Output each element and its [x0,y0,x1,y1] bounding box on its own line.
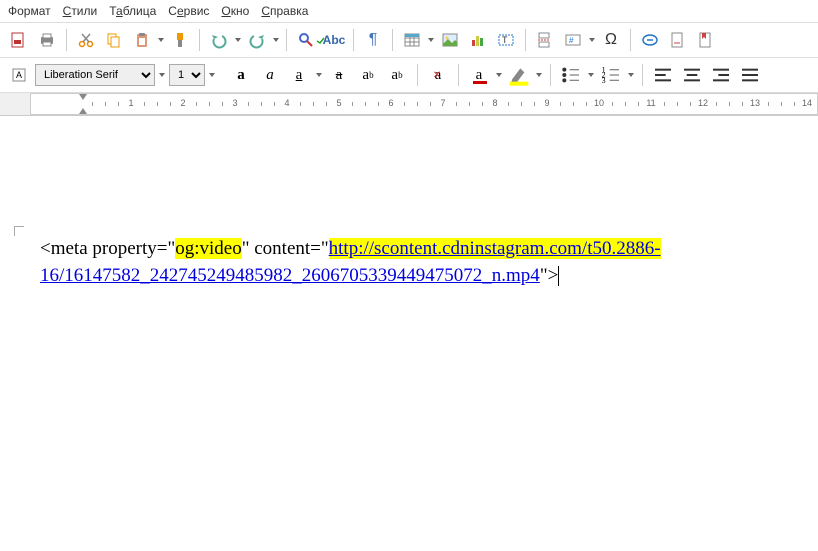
menu-styles[interactable]: Стили [63,4,98,18]
paste-dropdown[interactable] [157,27,165,53]
sub-button[interactable]: ab [384,63,410,87]
ruler-number: 11 [646,98,655,108]
clear-format-button[interactable]: a✕ [425,63,451,87]
text-highlighted[interactable]: og:video [175,238,242,259]
numbering-dropdown[interactable] [627,62,635,88]
footnote-icon[interactable] [665,27,691,53]
bold-button[interactable]: a [228,63,254,87]
svg-text:A: A [16,70,22,80]
ruler-number: 9 [544,98,549,108]
ruler-number: 7 [440,98,445,108]
hyperlink-icon[interactable] [637,27,663,53]
menu-service[interactable]: Сервис [168,4,209,18]
bullets-button[interactable] [558,63,584,87]
strike-button[interactable]: a [326,63,352,87]
image-icon[interactable] [437,27,463,53]
clone-format-icon[interactable] [167,27,193,53]
bookmark-icon[interactable] [693,27,719,53]
sup-button[interactable]: ab [355,63,381,87]
special-char-icon[interactable]: Ω [598,27,624,53]
font-size-dropdown[interactable] [208,62,216,88]
ruler-number: 10 [594,98,604,108]
font-name-select[interactable]: Liberation Serif [35,64,155,86]
font-color-button[interactable]: a [466,63,492,87]
ruler-number: 1 [128,98,133,108]
document-text[interactable]: <meta property="og:video" content="http:… [40,236,778,289]
font-size-select[interactable]: 12 [169,64,205,86]
align-center-button[interactable] [679,63,705,87]
print-icon[interactable] [34,27,60,53]
export-pdf-icon[interactable] [6,27,32,53]
text-plain[interactable]: " content=" [242,238,329,259]
text-url[interactable]: 16/16147582_242745249485982_260670533944… [40,265,540,286]
field-dropdown[interactable] [588,27,596,53]
ruler-number: 14 [802,98,812,108]
highlight-dropdown[interactable] [535,62,543,88]
field-icon[interactable]: # [560,27,586,53]
ruler-number: 5 [336,98,341,108]
cut-icon[interactable] [73,27,99,53]
numbering-button[interactable]: 123 [598,63,624,87]
svg-text:T: T [502,35,508,45]
document-page[interactable]: <meta property="og:video" content="http:… [0,116,818,289]
ruler-area: 1234567891011121314 [0,93,818,116]
format-toolbar: A Liberation Serif 12 a a a a ab ab a✕ a… [0,58,818,93]
menu-window[interactable]: Окно [221,4,249,18]
chart-icon[interactable] [465,27,491,53]
table-dropdown[interactable] [427,27,435,53]
textbox-icon[interactable]: T [493,27,519,53]
align-justify-button[interactable] [737,63,763,87]
menu-help[interactable]: Справка [261,4,308,18]
highlight-button[interactable] [506,63,532,87]
text-cursor [558,266,559,286]
underline-button[interactable]: a [286,63,312,87]
align-right-button[interactable] [708,63,734,87]
ruler-number: 2 [180,98,185,108]
font-name-dropdown[interactable] [158,62,166,88]
ruler-number: 3 [232,98,237,108]
pilcrow-icon[interactable]: ¶ [360,27,386,53]
spellcheck-icon[interactable]: Abc [321,27,347,53]
ruler-number: 12 [698,98,708,108]
align-left-button[interactable] [650,63,676,87]
bullets-dropdown[interactable] [587,62,595,88]
main-toolbar: Abc ¶ T # Ω [0,23,818,58]
italic-button[interactable]: a [257,63,283,87]
font-color-dropdown[interactable] [495,62,503,88]
undo-dropdown[interactable] [234,27,242,53]
text-url-highlighted[interactable]: http://scontent.cdninstagram.com/t50.288… [329,238,661,259]
horizontal-ruler[interactable]: 1234567891011121314 [30,93,818,115]
text-plain[interactable]: "> [540,265,558,286]
styles-icon[interactable]: A [6,62,32,88]
text-plain[interactable]: <meta property=" [40,238,175,259]
menu-format[interactable]: Формат [8,4,51,18]
ruler-number: 6 [388,98,393,108]
ruler-number: 8 [492,98,497,108]
undo-icon[interactable] [206,27,232,53]
ruler-number: 4 [284,98,289,108]
pagebreak-icon[interactable] [532,27,558,53]
margin-marker [14,226,24,236]
svg-text:#: # [569,36,574,45]
underline-dropdown[interactable] [315,62,323,88]
copy-icon[interactable] [101,27,127,53]
menubar: Формат Стили Таблица Сервис Окно Справка [0,0,818,23]
table-icon[interactable] [399,27,425,53]
redo-icon[interactable] [244,27,270,53]
redo-dropdown[interactable] [272,27,280,53]
ruler-number: 13 [750,98,760,108]
paste-icon[interactable] [129,27,155,53]
svg-text:3: 3 [602,76,606,85]
menu-table[interactable]: Таблица [109,4,156,18]
